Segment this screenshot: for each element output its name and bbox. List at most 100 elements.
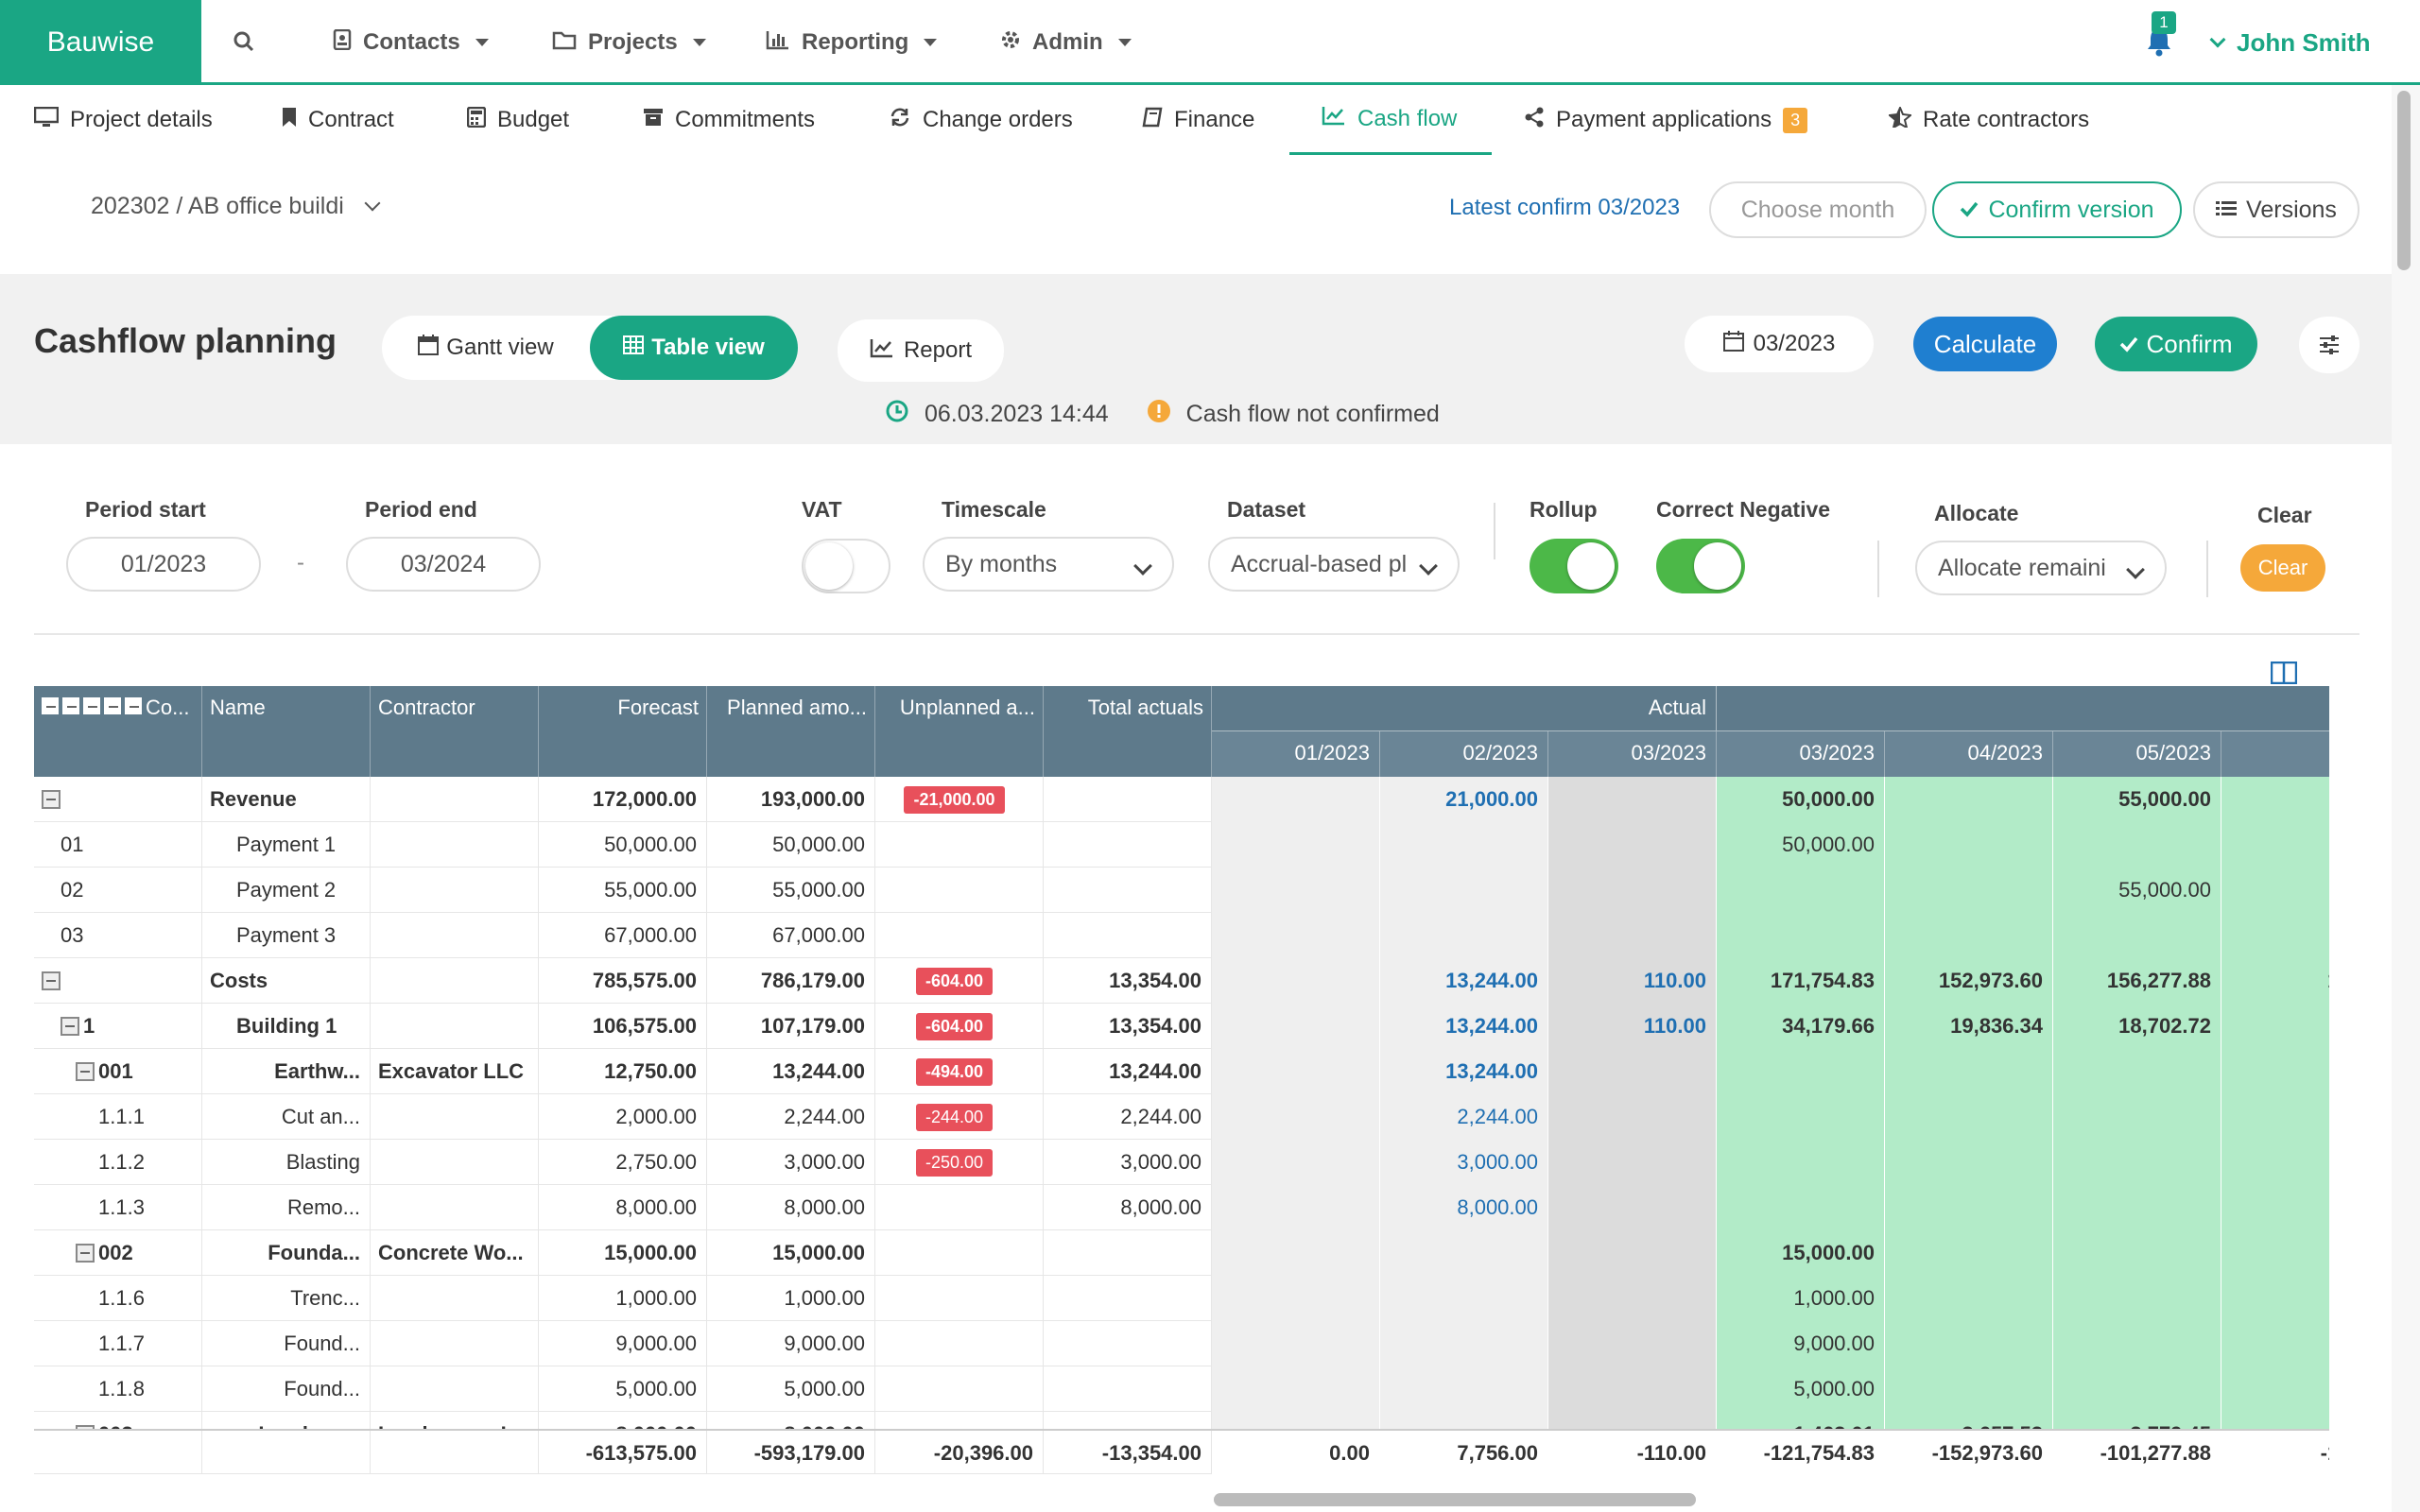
tab-contract[interactable]: Contract bbox=[282, 85, 394, 155]
month-cell[interactable] bbox=[2053, 1321, 2221, 1366]
month-cell[interactable]: 34,179.66 bbox=[1717, 1004, 1885, 1049]
confirm-version-button[interactable]: Confirm version bbox=[1932, 181, 2182, 238]
vat-toggle[interactable] bbox=[802, 539, 890, 593]
table-row[interactable]: 001 Earthw... Excavator LLC 12,750.00 13,244… bbox=[34, 1049, 2329, 1094]
month-cell[interactable]: 55,000.00 bbox=[2053, 868, 2221, 913]
month-cell[interactable] bbox=[1212, 1366, 1380, 1412]
month-cell[interactable] bbox=[2053, 1276, 2221, 1321]
settings-sliders-icon[interactable] bbox=[2299, 317, 2360, 373]
month-cell[interactable] bbox=[1548, 1049, 1717, 1094]
table-view-button[interactable]: Table view bbox=[590, 316, 798, 380]
month-cell[interactable]: 0.00 bbox=[1212, 1431, 1380, 1474]
report-button[interactable]: Report bbox=[838, 319, 1004, 382]
month-cell[interactable] bbox=[1717, 913, 1885, 958]
month-cell[interactable]: 8,000.00 bbox=[1380, 1185, 1548, 1230]
month-cell[interactable]: 13,244.00 bbox=[1380, 958, 1548, 1004]
month-cell[interactable]: -152,973.60 bbox=[1885, 1431, 2053, 1474]
month-cell[interactable]: -121,754.83 bbox=[1717, 1431, 1885, 1474]
horizontal-scrollbar[interactable] bbox=[1214, 1493, 1696, 1506]
month-cell[interactable] bbox=[2221, 868, 2329, 913]
month-cell[interactable] bbox=[1212, 777, 1380, 822]
tab-project-details[interactable]: Project details bbox=[33, 85, 213, 155]
tab-rate-contractors[interactable]: Rate contractors bbox=[1887, 85, 2089, 155]
collapse-icon[interactable] bbox=[42, 790, 60, 809]
month-cell[interactable] bbox=[2053, 1230, 2221, 1276]
month-cell[interactable] bbox=[2221, 1276, 2329, 1321]
tab-budget[interactable]: Budget bbox=[466, 85, 569, 155]
month-cell[interactable] bbox=[2053, 1185, 2221, 1230]
user-menu[interactable]: John Smith bbox=[2209, 0, 2371, 85]
month-cell[interactable]: 13,244.00 bbox=[1380, 1049, 1548, 1094]
nav-contacts[interactable]: Contacts bbox=[333, 0, 489, 85]
month-cell[interactable] bbox=[1885, 1185, 2053, 1230]
month-cell[interactable] bbox=[1380, 1276, 1548, 1321]
versions-button[interactable]: Versions bbox=[2193, 181, 2360, 238]
month-cell[interactable] bbox=[1212, 958, 1380, 1004]
month-cell[interactable]: -101,277.88 bbox=[2053, 1431, 2221, 1474]
month-cell[interactable] bbox=[1212, 913, 1380, 958]
brand-logo[interactable]: Bauwise bbox=[0, 0, 201, 85]
month-cell[interactable] bbox=[1717, 1049, 1885, 1094]
collapse-icon[interactable] bbox=[125, 697, 142, 714]
month-picker[interactable]: 03/2023 bbox=[1685, 316, 1874, 372]
month-cell[interactable]: 19,836.34 bbox=[1885, 1004, 2053, 1049]
month-column-header[interactable]: 01/2023 bbox=[1212, 731, 1380, 777]
month-cell[interactable] bbox=[1380, 822, 1548, 868]
month-cell[interactable] bbox=[1212, 1276, 1380, 1321]
correct-negative-toggle[interactable] bbox=[1656, 539, 1745, 593]
column-header[interactable]: Planned amo... bbox=[707, 686, 875, 777]
clear-button[interactable]: Clear bbox=[2240, 544, 2325, 592]
month-cell[interactable]: 50,000.00 bbox=[1717, 822, 1885, 868]
month-cell[interactable] bbox=[1212, 822, 1380, 868]
month-cell[interactable]: 10,8 bbox=[2221, 1004, 2329, 1049]
confirm-button[interactable]: Confirm bbox=[2095, 317, 2257, 371]
month-cell[interactable] bbox=[1380, 868, 1548, 913]
collapse-icon[interactable] bbox=[83, 697, 100, 714]
month-cell[interactable] bbox=[2053, 822, 2221, 868]
month-cell[interactable]: 156,277.88 bbox=[2053, 958, 2221, 1004]
month-cell[interactable] bbox=[1717, 868, 1885, 913]
allocate-select[interactable]: Allocate remaini bbox=[1915, 541, 2167, 595]
month-cell[interactable]: 18,702.72 bbox=[2053, 1004, 2221, 1049]
calculate-button[interactable]: Calculate bbox=[1913, 317, 2057, 371]
period-start-input[interactable]: 01/2023 bbox=[66, 537, 261, 592]
month-cell[interactable] bbox=[2053, 1094, 2221, 1140]
month-cell[interactable] bbox=[1885, 868, 2053, 913]
month-cell[interactable] bbox=[1885, 1366, 2053, 1412]
rollup-toggle[interactable] bbox=[1530, 539, 1618, 593]
month-cell[interactable]: 110.00 bbox=[1548, 1004, 1717, 1049]
month-cell[interactable] bbox=[1212, 868, 1380, 913]
month-cell[interactable]: 13,244.00 bbox=[1380, 1004, 1548, 1049]
month-cell[interactable] bbox=[1885, 1094, 2053, 1140]
split-columns-icon[interactable] bbox=[2270, 661, 2298, 689]
month-cell[interactable]: 55,000.00 bbox=[2053, 777, 2221, 822]
month-cell[interactable] bbox=[1212, 1049, 1380, 1094]
month-cell[interactable]: 152,973.60 bbox=[1885, 958, 2053, 1004]
month-cell[interactable]: 171,754.83 bbox=[1717, 958, 1885, 1004]
column-header[interactable]: Unplanned a... bbox=[875, 686, 1044, 777]
month-cell[interactable]: 50,000.00 bbox=[1717, 777, 1885, 822]
table-row[interactable]: 1.1.1 Cut an... 2,000.00 2,244.00 -244.00 2,2… bbox=[34, 1094, 2329, 1140]
month-cell[interactable] bbox=[1548, 913, 1717, 958]
month-cell[interactable] bbox=[1885, 1049, 2053, 1094]
month-cell[interactable] bbox=[2221, 1049, 2329, 1094]
month-cell[interactable] bbox=[1717, 1094, 1885, 1140]
month-cell[interactable] bbox=[1380, 1321, 1548, 1366]
month-cell[interactable] bbox=[2053, 913, 2221, 958]
month-cell[interactable] bbox=[1717, 1140, 1885, 1185]
dataset-select[interactable]: Accrual-based pl bbox=[1208, 537, 1460, 592]
month-cell[interactable]: -143,9 bbox=[2221, 1431, 2329, 1474]
month-cell[interactable]: 5,000.00 bbox=[1717, 1366, 1885, 1412]
month-cell[interactable] bbox=[1380, 913, 1548, 958]
timescale-select[interactable]: By months bbox=[923, 537, 1174, 592]
vertical-scrollbar[interactable] bbox=[2397, 91, 2411, 270]
month-cell[interactable] bbox=[1885, 1276, 2053, 1321]
tab-change-orders[interactable]: Change orders bbox=[889, 85, 1073, 155]
month-cell[interactable] bbox=[1885, 1140, 2053, 1185]
month-column-header[interactable]: 05/2023 bbox=[2053, 731, 2221, 777]
column-header[interactable]: Name bbox=[202, 686, 371, 777]
month-cell[interactable] bbox=[2221, 1140, 2329, 1185]
latest-confirm-link[interactable]: Latest confirm 03/2023 bbox=[1449, 195, 1680, 221]
choose-month-input[interactable]: Choose month bbox=[1709, 181, 1927, 238]
month-column-header[interactable]: 06/ bbox=[2221, 731, 2329, 777]
